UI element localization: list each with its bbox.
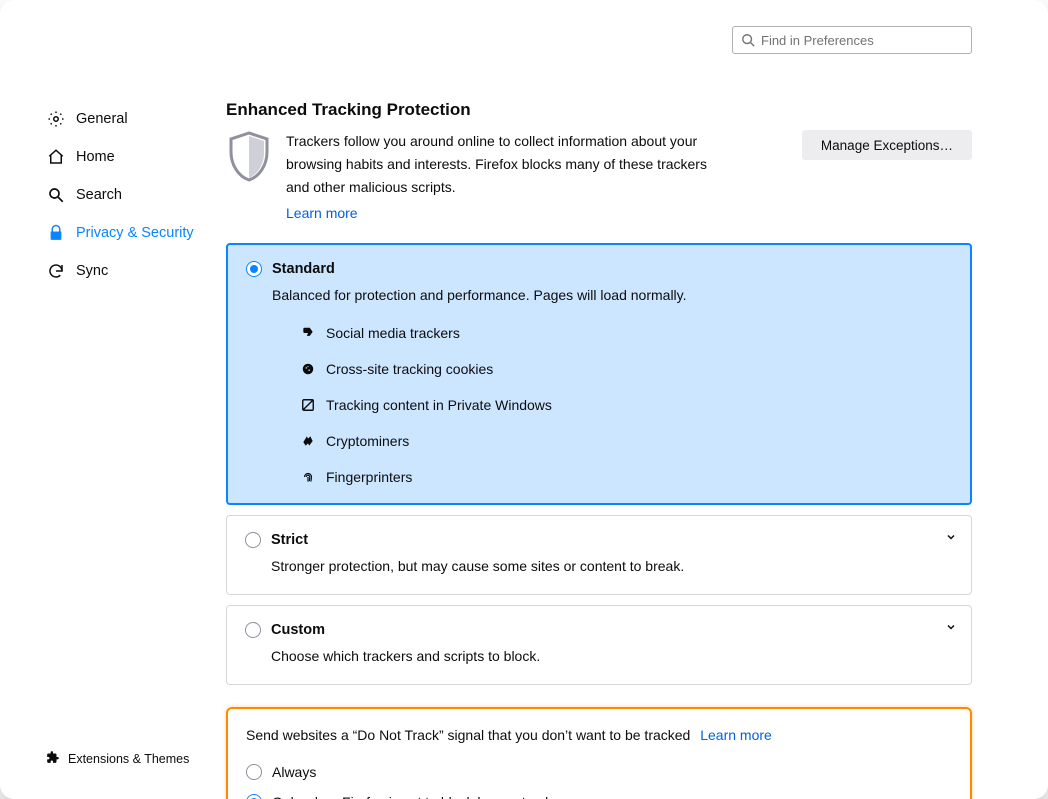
cookie-icon [300,361,316,377]
feature-tracking-content: Tracking content in Private Windows [300,397,952,413]
home-icon [46,147,66,167]
cryptominer-icon [300,433,316,449]
dnt-option-always[interactable]: Always [246,757,952,787]
etp-option-custom-title: Custom [271,622,325,638]
sidebar-item-privacy-security[interactable]: Privacy & Security [46,214,206,252]
etp-option-standard[interactable]: Standard Balanced for protection and per… [226,243,972,505]
manage-exceptions-button[interactable]: Manage Exceptions… [802,130,972,160]
etp-option-strict[interactable]: Strict Stronger protection, but may caus… [226,515,972,595]
radio-custom[interactable] [245,622,261,638]
shield-icon [226,130,272,187]
preferences-sidebar: General Home Search [26,64,206,773]
puzzle-icon [46,750,60,767]
radio-dnt-only-known[interactable] [246,794,262,799]
etp-option-custom-subtitle: Choose which trackers and scripts to blo… [271,648,953,664]
etp-intro-text: Trackers follow you around online to col… [286,130,716,199]
dnt-option-only-known[interactable]: Only when Firefox is set to block known … [246,787,952,799]
sidebar-item-general[interactable]: General [46,100,206,138]
feature-fingerprinters: Fingerprinters [300,469,952,485]
dnt-learn-more-link[interactable]: Learn more [700,727,772,743]
tracking-content-icon [300,397,316,413]
gear-icon [46,109,66,129]
sidebar-item-label: Privacy & Security [76,225,194,241]
extensions-themes-label: Extensions & Themes [68,752,189,766]
sidebar-item-search[interactable]: Search [46,176,206,214]
dnt-description: Send websites a “Do Not Track” signal th… [246,727,690,743]
preferences-search-input[interactable]: Find in Preferences [732,26,972,54]
sidebar-item-label: Search [76,187,122,203]
dnt-option-always-label: Always [272,764,316,780]
do-not-track-section: Send websites a “Do Not Track” signal th… [226,707,972,799]
lock-icon [46,223,66,243]
etp-option-strict-title: Strict [271,532,308,548]
extensions-themes-link[interactable]: Extensions & Themes [46,750,206,773]
etp-option-strict-subtitle: Stronger protection, but may cause some … [271,558,953,574]
etp-option-standard-title: Standard [272,261,335,277]
sidebar-item-label: General [76,111,128,127]
thumb-down-icon [300,325,316,341]
search-icon [741,33,755,47]
search-placeholder: Find in Preferences [761,33,874,48]
sidebar-item-home[interactable]: Home [46,138,206,176]
etp-option-custom[interactable]: Custom Choose which trackers and scripts… [226,605,972,685]
radio-dnt-always[interactable] [246,764,262,780]
sync-icon [46,261,66,281]
search-icon [46,185,66,205]
feature-cross-site-cookies: Cross-site tracking cookies [300,361,952,377]
preferences-main-panel: Enhanced Tracking Protection Trackers fo… [206,64,1022,773]
feature-cryptominers: Cryptominers [300,433,952,449]
chevron-down-icon [945,620,957,636]
sidebar-item-label: Home [76,149,115,165]
chevron-down-icon [945,530,957,546]
fingerprint-icon [300,469,316,485]
radio-standard[interactable] [246,261,262,277]
feature-social-trackers: Social media trackers [300,325,952,341]
sidebar-item-label: Sync [76,263,108,279]
etp-option-standard-subtitle: Balanced for protection and performance.… [272,287,952,303]
etp-learn-more-link[interactable]: Learn more [286,205,358,221]
sidebar-item-sync[interactable]: Sync [46,252,206,290]
radio-strict[interactable] [245,532,261,548]
dnt-option-only-known-label: Only when Firefox is set to block known … [272,794,572,799]
etp-section-title: Enhanced Tracking Protection [226,100,972,120]
